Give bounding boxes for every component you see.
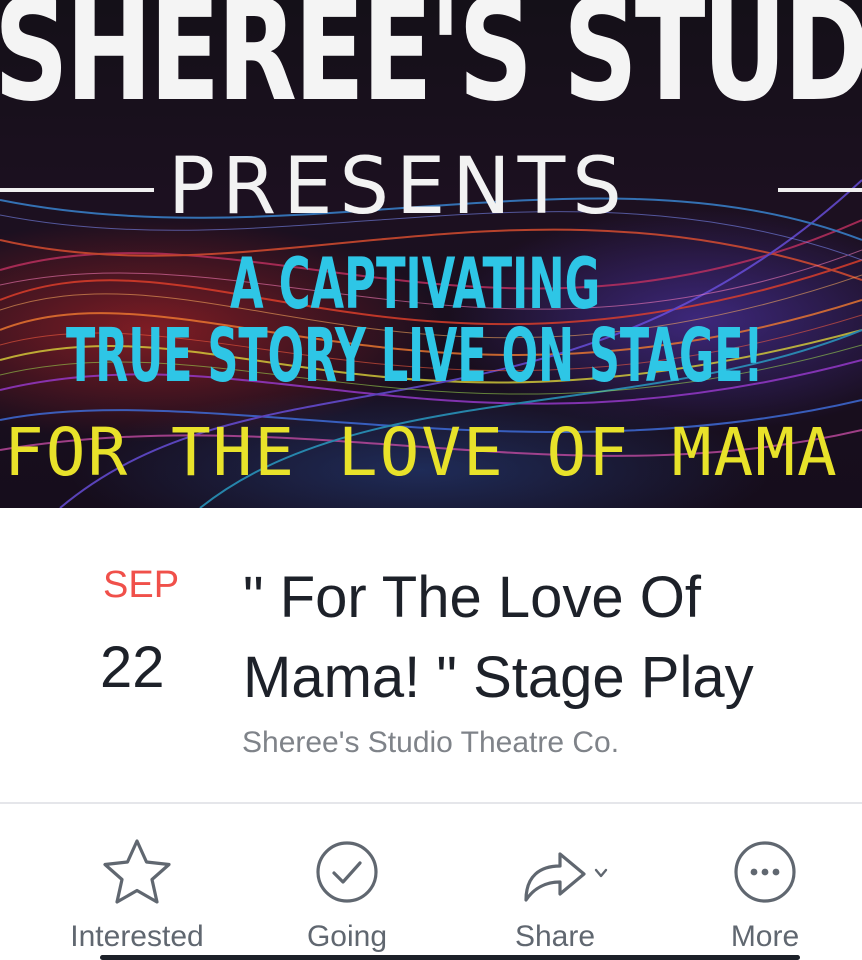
banner-title: SHEREE'S STUDIO	[0, 0, 862, 133]
event-cover-image[interactable]: SHEREE'S STUDIO PRESENTS A CAPTIVATING T…	[0, 0, 862, 508]
banner-rule-left	[0, 188, 154, 192]
interested-label: Interested	[70, 920, 204, 953]
more-label: More	[730, 920, 800, 953]
share-button[interactable]: Share	[470, 830, 640, 960]
banner-presents: PRESENTS	[168, 142, 629, 232]
banner-tagline-1: A CAPTIVATING	[230, 243, 601, 325]
event-day: 22	[100, 635, 165, 700]
star-icon	[52, 836, 222, 908]
banner-presents-row: PRESENTS	[0, 138, 862, 238]
more-button[interactable]: More	[680, 830, 850, 960]
divider	[0, 802, 862, 804]
event-info: SEP 22 " For The Love Of Mama! " Stage P…	[0, 508, 862, 802]
interested-button[interactable]: Interested	[52, 830, 222, 960]
home-indicator[interactable]	[100, 955, 800, 960]
going-button[interactable]: Going	[262, 830, 432, 960]
event-title[interactable]: " For The Love Of Mama! " Stage Play	[243, 558, 843, 718]
banner-show-title: FOR THE LOVE OF MAMA	[4, 414, 839, 491]
share-arrow-icon	[470, 836, 640, 908]
going-label: Going	[306, 920, 388, 953]
banner-rule-right	[778, 188, 862, 192]
event-host[interactable]: Sheree's Studio Theatre Co.	[242, 726, 619, 760]
check-circle-icon	[262, 836, 432, 908]
banner-tagline-2: TRUE STORY LIVE ON STAGE!	[66, 313, 764, 399]
share-label: Share	[514, 920, 596, 953]
event-month: SEP	[103, 564, 180, 606]
chevron-down-icon	[594, 868, 608, 878]
more-dots-icon	[680, 836, 850, 908]
